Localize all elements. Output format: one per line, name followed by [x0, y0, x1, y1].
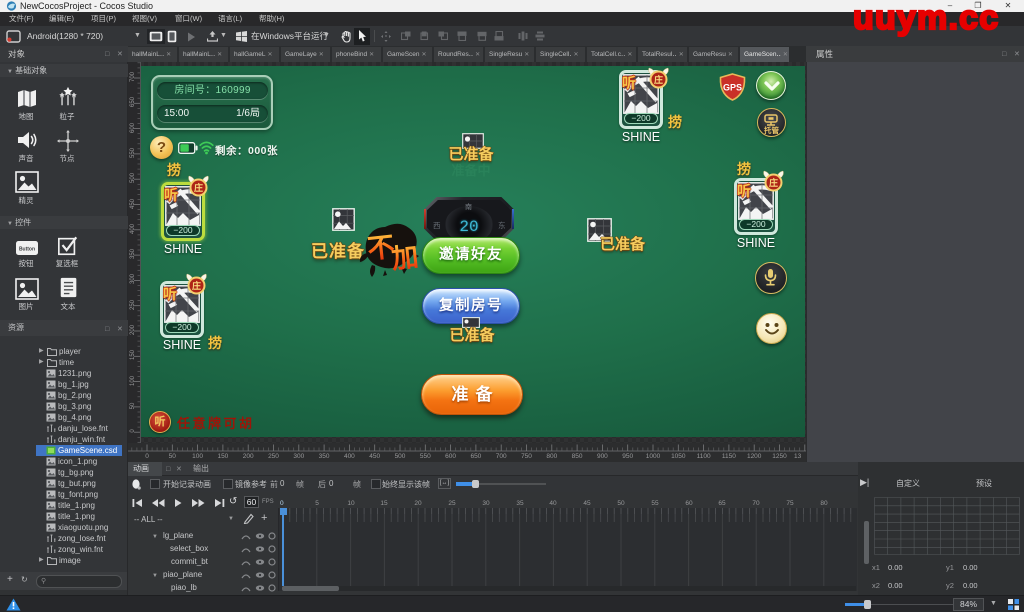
svg-text:庄: 庄 — [769, 177, 778, 188]
svg-text:庄: 庄 — [654, 74, 663, 85]
svg-text:GPS: GPS — [723, 83, 742, 93]
svg-text:Button: Button — [19, 247, 35, 253]
svg-text:庄: 庄 — [194, 182, 203, 193]
svg-text:庄: 庄 — [192, 280, 201, 291]
svg-text:加: 加 — [390, 242, 420, 275]
